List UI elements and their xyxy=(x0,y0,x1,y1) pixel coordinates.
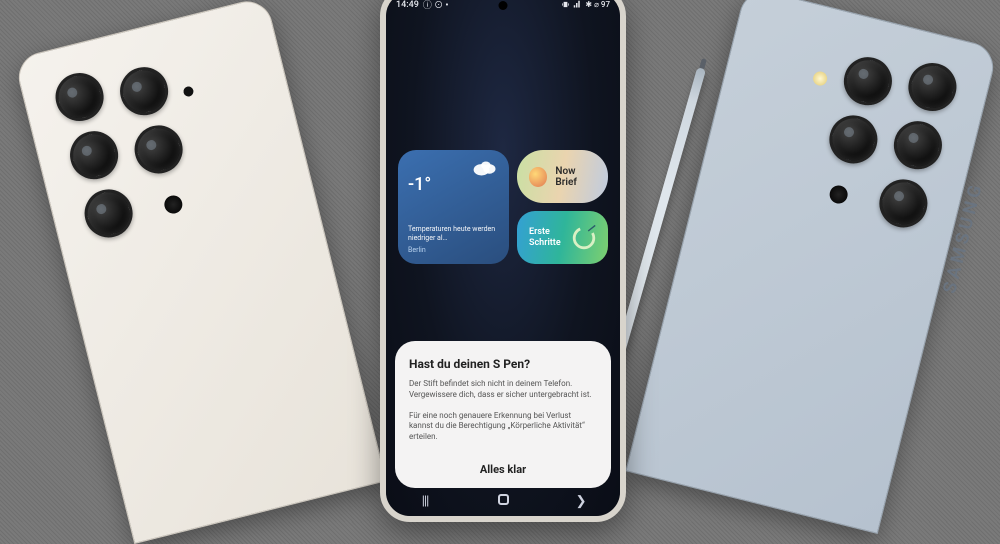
dialog-body-2: Für eine noch genauere Erkennung bei Ver… xyxy=(409,411,597,443)
signal-icon xyxy=(573,0,582,9)
nav-recents-button[interactable]: ||| xyxy=(410,494,440,509)
weather-city: Berlin xyxy=(408,246,499,254)
camera-lens-icon xyxy=(839,52,897,110)
weather-description: Temperaturen heute werden niedriger al… xyxy=(408,225,499,242)
dialog-title: Hast du deinen S Pen? xyxy=(409,357,597,371)
camera-lens-icon xyxy=(130,120,188,178)
cloud-icon xyxy=(471,158,499,178)
flash-icon xyxy=(182,85,194,97)
phone-right-back: SAMSUNG xyxy=(625,0,998,534)
erste-line1: Erste xyxy=(529,227,561,238)
status-bar: 14:49 ⓘ ⊙ • ✱ ⌀ 97 xyxy=(396,0,610,11)
camera-lens-icon xyxy=(824,110,882,168)
camera-lens-icon xyxy=(80,184,138,242)
camera-lens-icon xyxy=(889,116,947,174)
nav-bar: ||| ❮ xyxy=(386,490,620,512)
dialog-body-1: Der Stift befindet sich nicht in deinem … xyxy=(409,379,597,401)
weather-widget[interactable]: -1° Temperaturen heute werden niedriger … xyxy=(398,150,509,264)
status-left-icons: ⓘ ⊙ • xyxy=(423,0,449,11)
nav-home-button[interactable] xyxy=(488,494,518,509)
erste-line2: Schritte xyxy=(529,238,561,249)
now-brief-widget[interactable]: Now Brief xyxy=(517,150,608,203)
brand-text: SAMSUNG xyxy=(940,179,988,295)
phone-screen[interactable]: 14:49 ⓘ ⊙ • ✱ ⌀ 97 -1° Temperaturen heut… xyxy=(386,0,620,516)
battery-text: ✱ ⌀ 97 xyxy=(585,0,610,9)
pen-swirl-icon xyxy=(570,224,598,252)
camera-sensor-icon xyxy=(828,184,850,206)
status-time: 14:49 xyxy=(396,0,419,10)
now-brief-icon xyxy=(529,167,547,187)
dialog-ok-button[interactable]: Alles klar xyxy=(409,457,597,478)
widgets-area: -1° Temperaturen heute werden niedriger … xyxy=(398,150,608,264)
vibrate-icon xyxy=(561,0,570,9)
camera-lens-icon xyxy=(65,126,123,184)
s-pen-dialog: Hast du deinen S Pen? Der Stift befindet… xyxy=(395,341,611,488)
now-brief-label: Now Brief xyxy=(555,166,596,188)
flash-icon xyxy=(812,70,829,87)
erste-schritte-widget[interactable]: Erste Schritte xyxy=(517,211,608,264)
phone-center: 14:49 ⓘ ⊙ • ✱ ⌀ 97 -1° Temperaturen heut… xyxy=(380,0,626,522)
camera-lens-icon xyxy=(903,58,961,116)
camera-sensor-icon xyxy=(162,194,184,216)
camera-lens-icon xyxy=(50,68,108,126)
camera-lens-icon xyxy=(115,62,173,120)
camera-lens-icon xyxy=(874,174,932,232)
nav-back-button[interactable]: ❮ xyxy=(566,494,596,509)
phone-left-back xyxy=(13,0,386,544)
